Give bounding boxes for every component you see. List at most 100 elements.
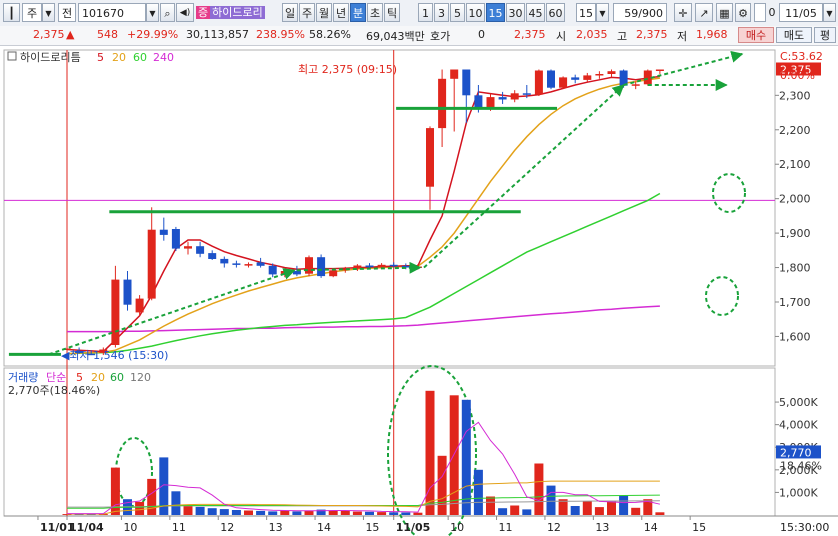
period-tab-1[interactable]: 주 — [299, 3, 315, 22]
time-tick-label: 11/05 — [396, 521, 431, 534]
volume-bar — [522, 509, 532, 515]
chart-layout-icon[interactable]: ┃ — [3, 3, 20, 22]
volume-legend-name: 거래량 — [8, 371, 38, 384]
candle-body — [365, 265, 374, 268]
interval-button-60[interactable]: 60 — [546, 3, 565, 22]
grid-icon[interactable]: ▦ — [716, 3, 733, 22]
time-tick-label: 12 — [547, 521, 561, 534]
interval-button-5[interactable]: 5 — [450, 3, 465, 22]
trade-amount: 69,043백만 — [366, 30, 425, 43]
time-tick-label: 13 — [595, 521, 609, 534]
candle-body — [305, 257, 313, 274]
price-tick-label: 1,700 — [779, 296, 811, 309]
period-tab-5[interactable]: 초 — [367, 3, 383, 22]
date-input[interactable]: 11/05 — [779, 3, 823, 22]
mode-selector[interactable]: 전 — [58, 3, 76, 22]
volume-bar — [486, 496, 495, 515]
volume-tick-label: 1,000K — [779, 486, 818, 499]
volume-bar — [594, 507, 604, 515]
count-input[interactable]: 59/900 — [613, 3, 667, 22]
volume-bar — [207, 508, 217, 515]
time-tick-label: 14 — [317, 521, 331, 534]
price-tick-label: 1,900 — [779, 227, 811, 240]
quote-bar: 2,375 ▲ 548 +29.99% 30,113,857 238.95% 5… — [0, 26, 838, 46]
interval-button-10[interactable]: 10 — [466, 3, 485, 22]
interval-button-3[interactable]: 3 — [434, 3, 449, 22]
volume-current: 2,770주(18.46%) — [8, 384, 100, 397]
volume-bar — [582, 501, 592, 515]
volume-bar — [401, 512, 411, 515]
search-icon[interactable]: ⌕ — [160, 3, 175, 22]
volume-bar — [280, 510, 290, 515]
volume-bar — [619, 495, 629, 515]
volume-bar — [425, 390, 435, 515]
market-selector[interactable]: 주 — [22, 3, 42, 22]
price-legend-name: 하이드로리틈 — [20, 50, 81, 64]
candle-body — [631, 84, 640, 86]
period-tab-0[interactable]: 일 — [282, 3, 298, 22]
legend-ma240: 240 — [153, 51, 174, 64]
open-price: 2,035 — [576, 28, 608, 41]
candle-body — [522, 93, 531, 95]
settings-gear-icon[interactable]: ⚙ — [735, 3, 751, 22]
current-price: 2,375 — [33, 28, 65, 41]
low-annotation: ◀최저 1,546 (15:30) — [61, 349, 168, 362]
volume-bar — [231, 510, 241, 515]
speaker-icon[interactable]: ◀) — [176, 3, 194, 22]
candle-body — [220, 258, 229, 264]
candle-body — [256, 262, 265, 266]
volume-bar — [461, 399, 471, 515]
market-dropdown-icon[interactable]: ▼ — [42, 3, 55, 22]
volume-bar — [498, 508, 508, 515]
interval-dropdown-icon[interactable]: ▼ — [596, 3, 609, 22]
legend-ma60: 60 — [133, 51, 147, 64]
interval-button-15[interactable]: 15 — [486, 3, 505, 22]
interval-input[interactable]: 15 — [576, 3, 596, 22]
stock-code-input[interactable]: 101670 — [78, 3, 146, 22]
legend-ma5: 5 — [97, 51, 104, 64]
period-tab-6[interactable]: 틱 — [384, 3, 400, 22]
interval-button-1[interactable]: 1 — [418, 3, 433, 22]
checkbox[interactable] — [754, 3, 766, 22]
change-percent: +29.99% — [127, 28, 179, 41]
volume-legend-ma120: 120 — [130, 371, 151, 384]
volume-total: 30,113,857 — [186, 28, 249, 41]
buy-button[interactable]: 매수 — [738, 27, 774, 43]
code-dropdown-icon[interactable]: ▼ — [146, 3, 159, 22]
volume-legend-ma5: 5 — [76, 371, 83, 384]
volume-ratio: 238.95% — [256, 28, 305, 41]
quote-price: 2,375 — [514, 28, 546, 41]
volume-bar — [607, 501, 616, 515]
stock-chart: 최고 2,375 (09:15) ◀최저 1,546 (15:30) 2,300 2… — [0, 46, 838, 536]
candle-body — [450, 69, 459, 79]
date-dropdown-icon[interactable]: ▼ — [823, 3, 836, 22]
interval-button-45[interactable]: 45 — [526, 3, 545, 22]
period-tab-4[interactable]: 분 — [350, 3, 366, 22]
change-amount: 548 — [97, 28, 118, 41]
candle-body — [571, 77, 580, 80]
time-tick-label: 15 — [692, 521, 706, 534]
candle-body — [196, 246, 205, 254]
price-tick-label: 1,800 — [779, 262, 811, 275]
volume-legend-type: 단순 — [46, 371, 66, 384]
time-tick-label: 13 — [269, 521, 283, 534]
candle-body — [171, 229, 180, 249]
legend-ma20: 20 — [112, 51, 126, 64]
low-label: 저 — [677, 30, 688, 43]
volume-bar — [268, 511, 278, 515]
crosshair-icon[interactable]: ✛ — [674, 3, 692, 22]
high-label: 고 — [617, 30, 628, 43]
period-tab-3[interactable]: 년 — [333, 3, 349, 22]
open-label: 시 — [556, 30, 567, 43]
period-tab-2[interactable]: 월 — [316, 3, 332, 22]
eval-button[interactable]: 평 — [814, 27, 836, 43]
sell-button[interactable]: 매도 — [776, 27, 812, 43]
time-tick-label: 10 — [450, 521, 464, 534]
candle-body — [268, 265, 277, 275]
price-tick-label: 2,300 — [779, 89, 811, 102]
time-tick-label: 14 — [644, 521, 658, 534]
interval-button-30[interactable]: 30 — [506, 3, 525, 22]
indicator-icon[interactable]: ↗ — [695, 3, 713, 22]
time-tick-label: 15 — [365, 521, 379, 534]
price-tick-label: 2,200 — [779, 124, 811, 137]
